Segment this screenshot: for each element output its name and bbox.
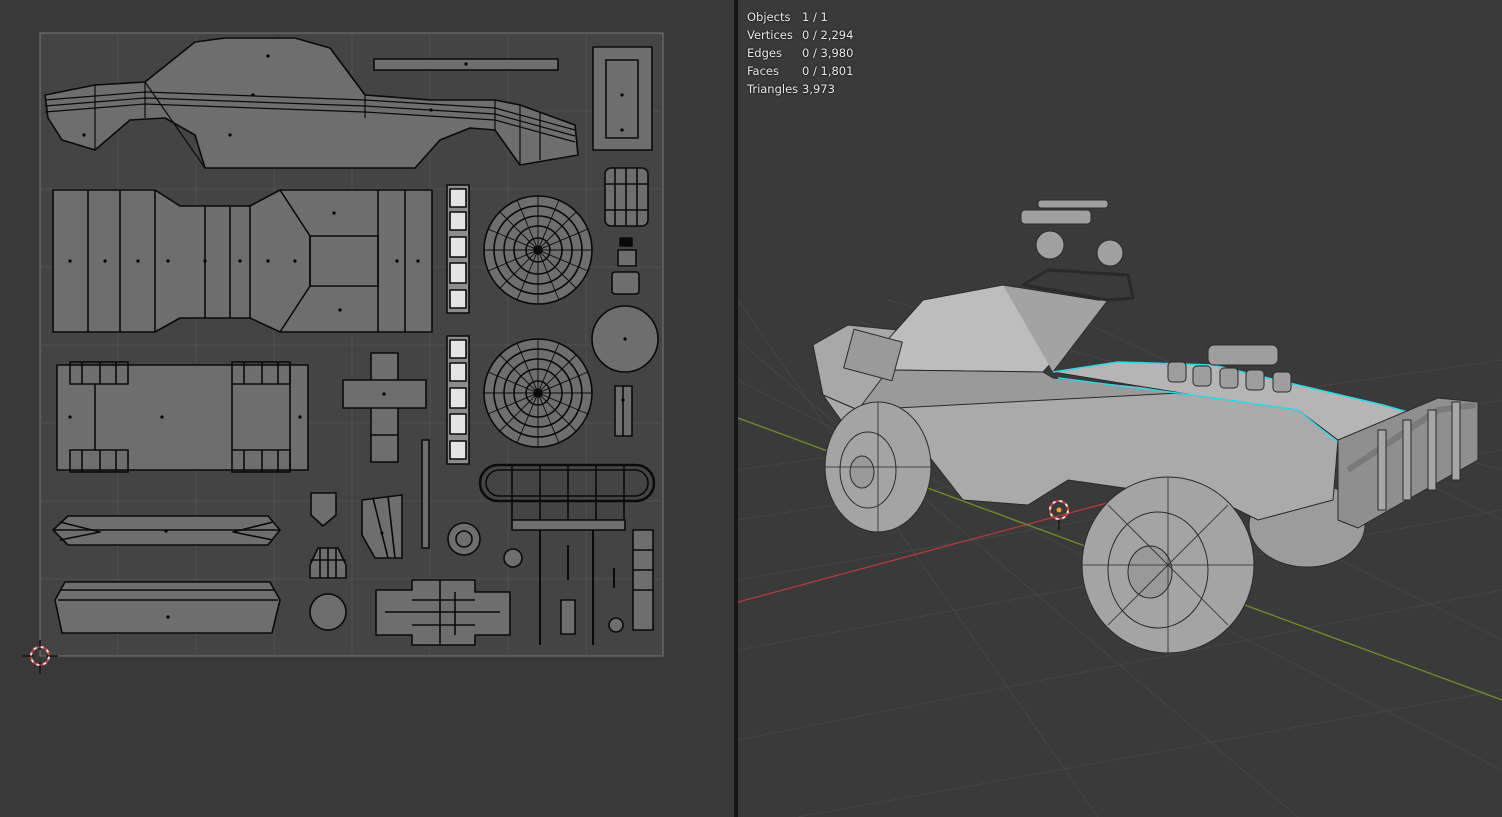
stat-triangles: Triangles 3,973 (747, 80, 853, 98)
stat-label: Objects (747, 10, 791, 24)
wheel-front-left[interactable] (1081, 476, 1255, 654)
uv-island-wheel-1[interactable] (483, 195, 593, 305)
uv-island-hood-box[interactable] (592, 46, 653, 151)
uv-island-wheel-2[interactable] (483, 338, 593, 448)
stat-objects: Objects 1 / 1 (747, 8, 853, 26)
viewport-canvas[interactable] (738, 0, 1502, 817)
stat-label: Edges (747, 46, 782, 60)
stat-label: Faces (747, 64, 779, 78)
stat-value: 0 / 3,980 (802, 46, 854, 60)
3d-viewport[interactable]: Objects 1 / 1 Vertices 0 / 2,294 Edges 0 / … (738, 0, 1502, 817)
stat-value: 1 / 1 (802, 10, 828, 24)
uv-editor-panel[interactable] (0, 0, 734, 817)
stat-value: 0 / 2,294 (802, 28, 854, 42)
stat-label: Vertices (747, 28, 793, 42)
statistics-overlay: Objects 1 / 1 Vertices 0 / 2,294 Edges 0 / … (747, 8, 853, 98)
stat-edges: Edges 0 / 3,980 (747, 44, 853, 62)
stat-value: 0 / 1,801 (802, 64, 854, 78)
uv-island-body-top[interactable] (52, 189, 433, 333)
x-axis-line (738, 499, 1119, 603)
stat-faces: Faces 0 / 1,801 (747, 62, 853, 80)
stat-vertices: Vertices 0 / 2,294 (747, 26, 853, 44)
uv-canvas[interactable] (0, 0, 734, 817)
wheel-rear-left[interactable] (824, 401, 932, 533)
stat-label: Triangles (747, 82, 799, 96)
stat-value: 3,973 (802, 82, 835, 96)
vehicle-roof-rack[interactable] (1020, 199, 1135, 302)
vehicle-model[interactable] (812, 199, 1479, 654)
